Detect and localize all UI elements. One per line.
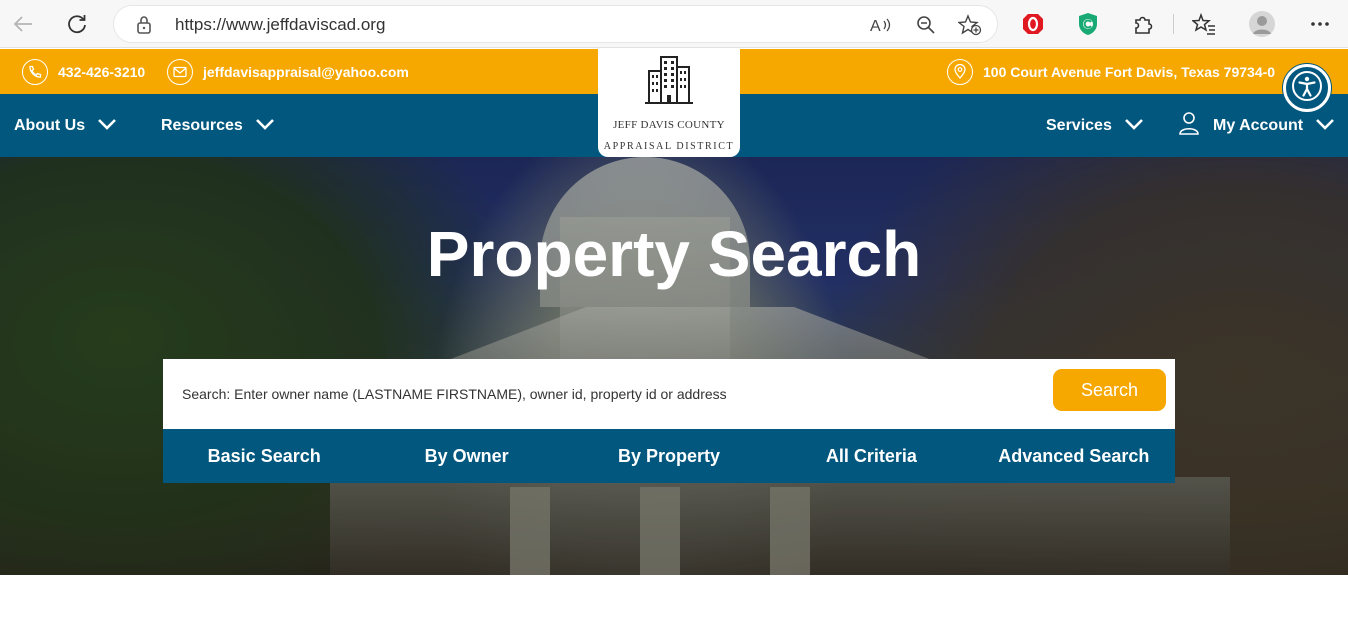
nav-services-label[interactable]: Services — [1046, 117, 1112, 135]
reload-icon[interactable] — [62, 9, 92, 39]
nav-resources-label[interactable]: Resources — [161, 117, 243, 135]
email-text[interactable]: jeffdavisappraisal@yahoo.com — [203, 64, 409, 80]
read-aloud-icon[interactable]: A — [869, 14, 893, 36]
extensions-icon[interactable] — [1128, 9, 1158, 39]
nav-resources[interactable]: Resources — [161, 94, 275, 157]
tab-by-owner[interactable]: By Owner — [365, 429, 567, 483]
zoom-out-icon[interactable] — [914, 14, 938, 36]
chevron-down-icon[interactable] — [1315, 117, 1335, 135]
accessibility-icon — [1291, 70, 1323, 107]
tab-all-criteria[interactable]: All Criteria — [770, 429, 972, 483]
nav-about-us-label[interactable]: About Us — [14, 117, 85, 135]
nav-services[interactable]: Services — [1046, 94, 1144, 157]
site-logo[interactable]: JEFF DAVIS COUNTY APPRAISAL DISTRICT — [598, 48, 740, 157]
svg-text:A: A — [870, 18, 881, 35]
chevron-down-icon[interactable] — [255, 117, 275, 135]
user-icon — [1179, 111, 1199, 140]
add-favorite-icon[interactable] — [958, 14, 982, 36]
url-text[interactable]: https://www.jeffdaviscad.org — [175, 15, 385, 35]
search-tabs: Basic Search By Owner By Property All Cr… — [163, 429, 1175, 483]
logo-line-2: APPRAISAL DISTRICT — [603, 141, 735, 152]
tab-by-property[interactable]: By Property — [568, 429, 770, 483]
search-box: Search — [163, 359, 1175, 429]
chevron-down-icon[interactable] — [97, 117, 117, 135]
toolbar-divider — [1173, 14, 1174, 34]
building-logo-icon — [645, 55, 693, 110]
page-title: Property Search — [426, 218, 922, 290]
accessibility-button[interactable] — [1283, 64, 1331, 112]
lock-icon[interactable] — [136, 15, 152, 40]
nav-my-account-label[interactable]: My Account — [1213, 117, 1303, 135]
nav-about-us[interactable]: About Us — [14, 94, 117, 157]
browser-toolbar: https://www.jeffdaviscad.org A — [0, 0, 1348, 48]
tab-basic-search[interactable]: Basic Search — [163, 429, 365, 483]
phone-link[interactable]: 432-426-3210 — [22, 49, 145, 94]
logo-line-1: JEFF DAVIS COUNTY — [613, 119, 725, 131]
hero-banner: Property Search Search Basic Search By O… — [0, 157, 1348, 575]
back-icon[interactable] — [8, 9, 38, 39]
opera-adblock-icon[interactable] — [1018, 9, 1048, 39]
email-link[interactable]: jeffdavisappraisal@yahoo.com — [167, 49, 409, 94]
more-icon[interactable] — [1305, 9, 1335, 39]
address-bar[interactable]: https://www.jeffdaviscad.org A — [113, 5, 998, 43]
shield-extension-icon[interactable] — [1073, 9, 1103, 39]
location-pin-icon — [947, 58, 973, 85]
chevron-down-icon[interactable] — [1124, 117, 1144, 135]
phone-icon — [22, 58, 48, 85]
favorites-icon[interactable] — [1189, 9, 1219, 39]
search-button[interactable]: Search — [1053, 369, 1166, 411]
email-icon — [167, 58, 193, 85]
phone-text[interactable]: 432-426-3210 — [58, 64, 145, 80]
search-input[interactable] — [163, 359, 1043, 429]
address-link[interactable]: 100 Court Avenue Fort Davis, Texas 79734… — [947, 49, 1275, 94]
tab-advanced-search[interactable]: Advanced Search — [973, 429, 1175, 483]
address-text[interactable]: 100 Court Avenue Fort Davis, Texas 79734… — [983, 64, 1275, 80]
profile-avatar[interactable] — [1247, 9, 1277, 39]
